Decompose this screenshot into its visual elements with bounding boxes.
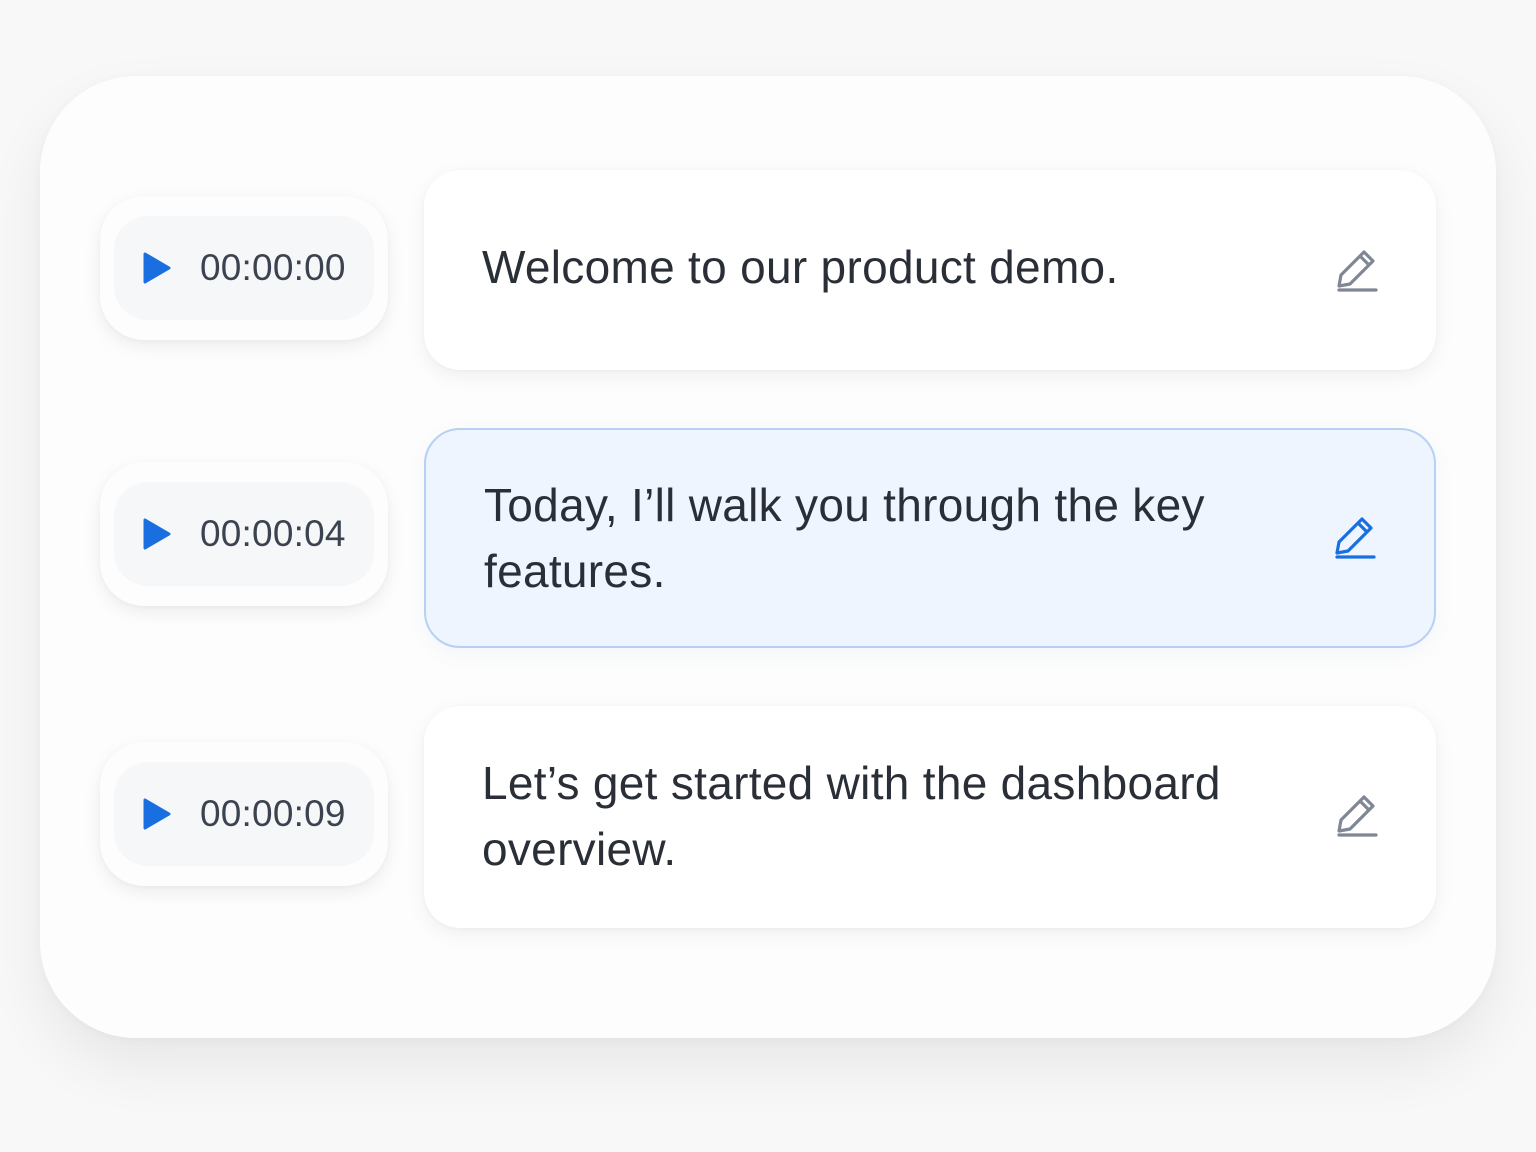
play-icon [143, 252, 171, 284]
transcript-segment-card-active[interactable]: Today, I’ll walk you through the key fea… [424, 428, 1436, 648]
timestamp-chip: 00:00:04 [100, 462, 388, 606]
timestamp-label: 00:00:00 [200, 247, 346, 288]
transcript-segment-card[interactable]: Let’s get started with the dashboard ove… [424, 706, 1436, 928]
play-timestamp-button[interactable]: 00:00:00 [114, 216, 374, 320]
timestamp-chip: 00:00:09 [100, 742, 388, 886]
pencil-icon[interactable] [1334, 247, 1380, 293]
segment-text: Let’s get started with the dashboard ove… [482, 757, 1221, 875]
play-timestamp-button[interactable]: 00:00:04 [114, 482, 374, 586]
transcript-panel: 00:00:00 Welcome to our product demo. 00… [40, 76, 1496, 1038]
timestamp-label: 00:00:09 [200, 793, 346, 834]
timestamp-label: 00:00:04 [200, 513, 346, 554]
timestamp-chip: 00:00:00 [100, 196, 388, 340]
pencil-icon[interactable] [1332, 514, 1378, 560]
segment-text: Today, I’ll walk you through the key fea… [484, 479, 1205, 597]
play-timestamp-button[interactable]: 00:00:09 [114, 762, 374, 866]
play-icon [143, 798, 171, 830]
segment-text: Welcome to our product demo. [482, 241, 1119, 293]
play-icon [143, 518, 171, 550]
pencil-icon[interactable] [1334, 792, 1380, 838]
transcript-segment-card[interactable]: Welcome to our product demo. [424, 170, 1436, 370]
